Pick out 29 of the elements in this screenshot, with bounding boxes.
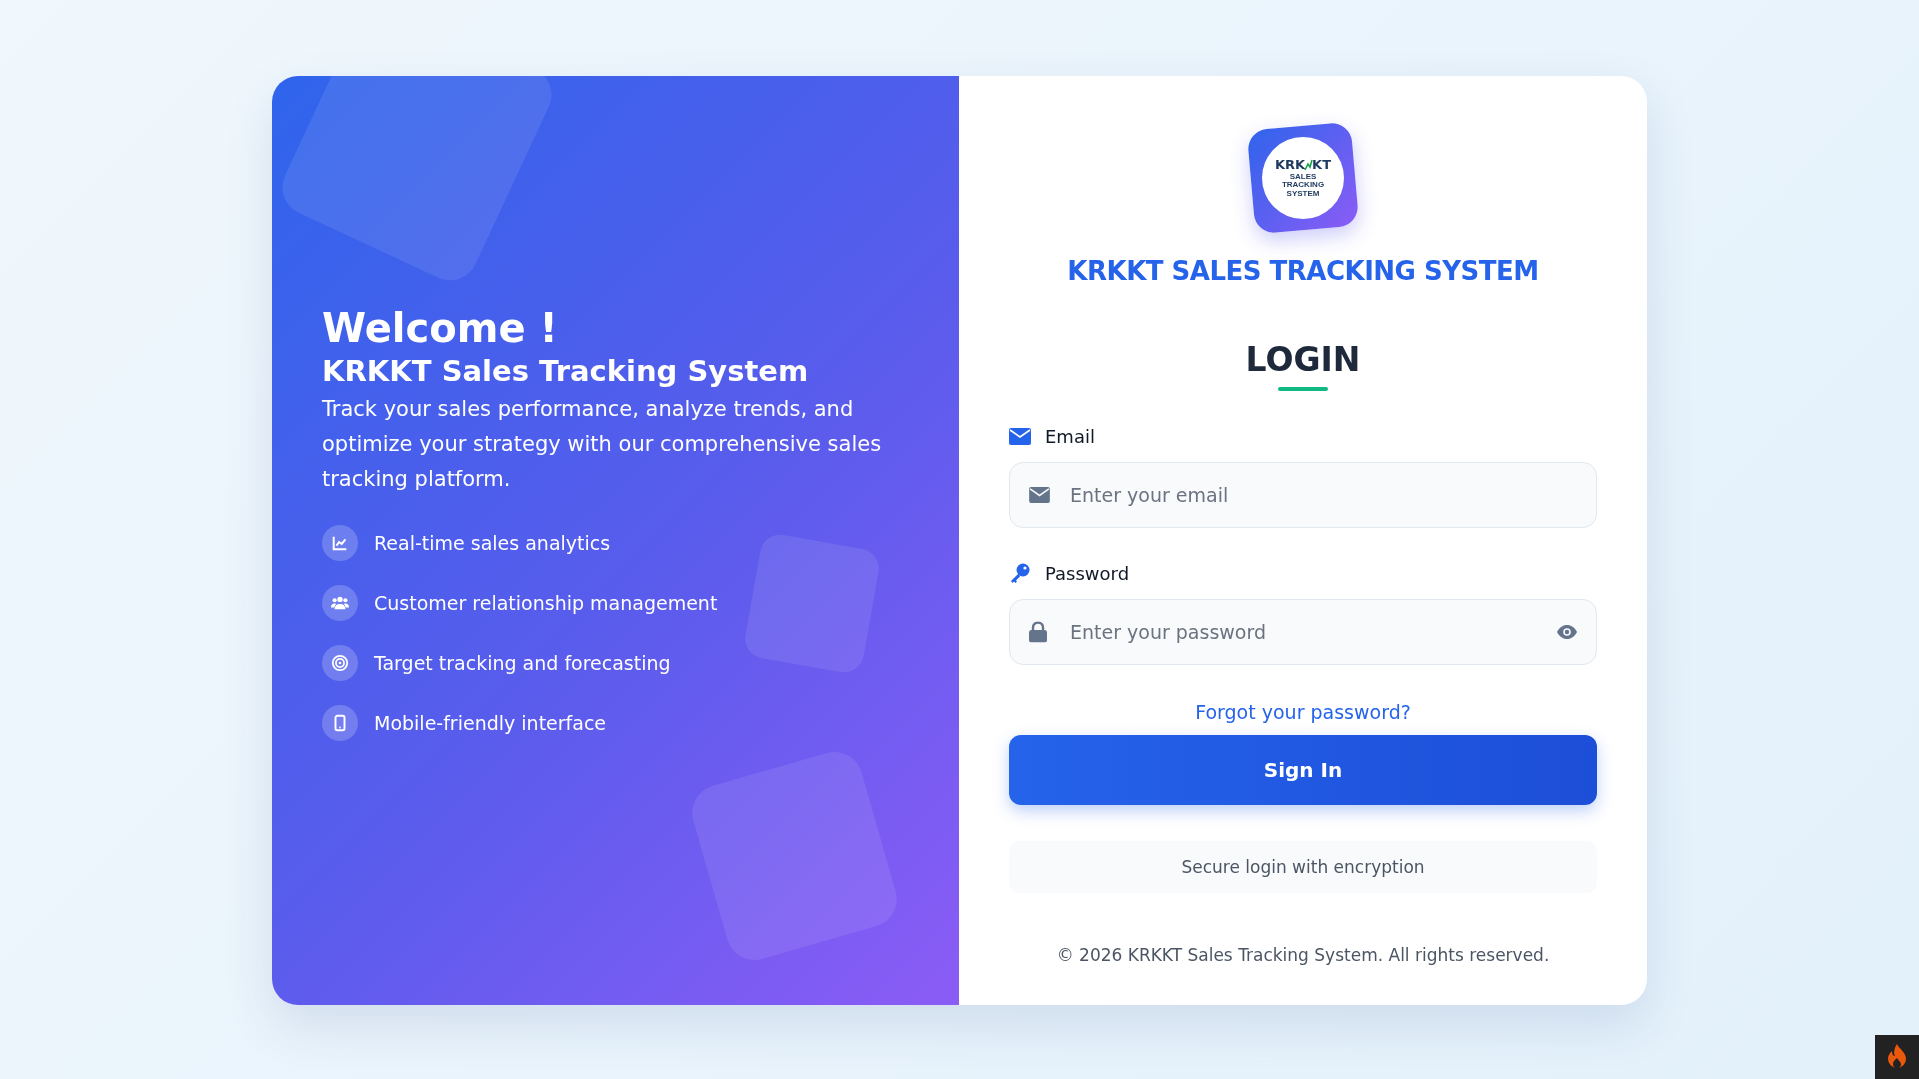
feature-text: Customer relationship management	[374, 592, 718, 614]
envelope-icon	[1009, 427, 1031, 445]
logo-wordmark: KRK	[1274, 157, 1306, 171]
sign-in-button[interactable]: Sign In	[1009, 735, 1597, 805]
welcome-description: Track your sales performance, analyze trends, and optimize your strategy with our comprehensive sales tracking platform.	[322, 396, 883, 493]
welcome-subtitle: KRKKT Sales Tracking System	[322, 354, 810, 388]
app-title: KRKKT SALES TRACKING SYSTEM	[1067, 256, 1539, 286]
target-icon	[322, 645, 358, 681]
welcome-heading: Welcome !	[322, 306, 559, 350]
heading-underline	[1278, 387, 1328, 391]
chart-icon	[322, 525, 358, 561]
email-field[interactable]: Enter your email	[1009, 462, 1597, 528]
eye-icon[interactable]	[1557, 625, 1577, 639]
copyright-text: © 2026 KRKKT Sales Tracking System. All rights reserved.	[1056, 945, 1550, 965]
logo-tagline: SALES TRACKING SYSTEM	[1280, 172, 1326, 199]
secure-login-note: Secure login with encryption	[1009, 841, 1597, 893]
users-icon	[322, 585, 358, 621]
login-heading: LOGIN	[1245, 340, 1361, 379]
password-field[interactable]: Enter your password	[1009, 599, 1597, 665]
feature-text: Real-time sales analytics	[374, 532, 611, 554]
flame-icon[interactable]	[1875, 1035, 1919, 1079]
logo-wordmark: KT	[1312, 157, 1332, 171]
field-label: Email	[1045, 425, 1095, 447]
key-icon	[1009, 562, 1031, 584]
feature-text: Mobile-friendly interface	[374, 712, 607, 734]
field-label: Password	[1045, 562, 1130, 584]
feature-text: Target tracking and forecasting	[374, 652, 671, 674]
forgot-password-link[interactable]: Forgot your password?	[1195, 701, 1411, 723]
mobile-icon	[322, 705, 358, 741]
